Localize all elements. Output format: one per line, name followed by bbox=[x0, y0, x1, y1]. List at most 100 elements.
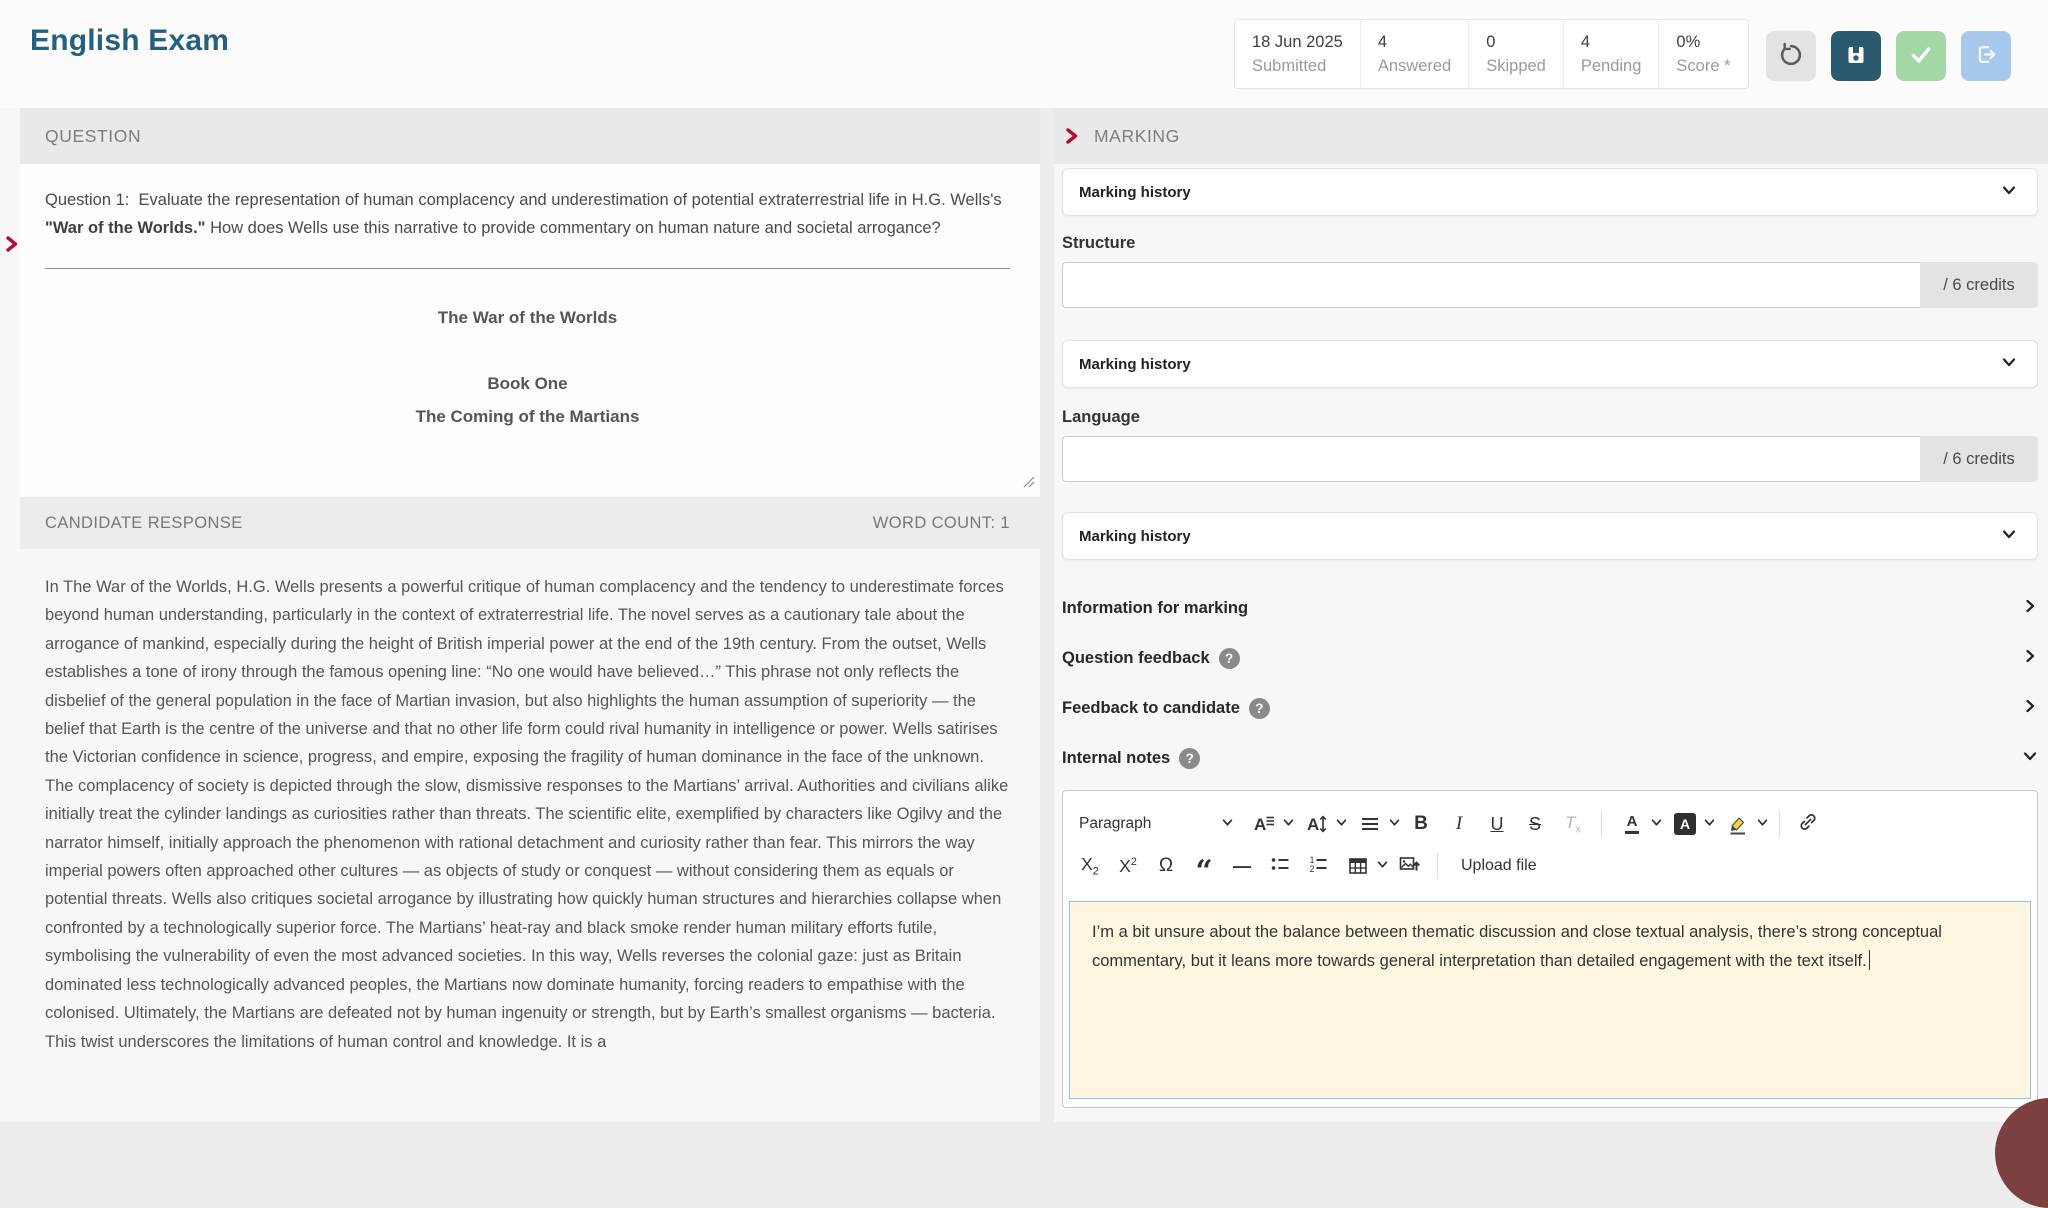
superscript-icon: X2 bbox=[1119, 856, 1137, 877]
stat-skipped: 0 Skipped bbox=[1469, 20, 1564, 88]
font-family-icon: A bbox=[1247, 807, 1281, 841]
internal-notes-textarea[interactable]: I’m a bit unsure about the balance betwe… bbox=[1069, 901, 2031, 1099]
question-panel-collapse-strip bbox=[0, 108, 20, 1122]
attempt-stats: 18 Jun 2025 Submitted 4 Answered 0 Skipp… bbox=[1234, 19, 1749, 89]
font-background-icon: A bbox=[1668, 807, 1702, 841]
font-size-button[interactable]: A bbox=[1298, 807, 1347, 841]
question-divider bbox=[45, 268, 1010, 269]
bold-button[interactable]: B bbox=[1404, 807, 1438, 841]
italic-icon: I bbox=[1456, 813, 1462, 835]
insert-table-button[interactable] bbox=[1339, 849, 1388, 883]
editor-toolbar-row-1: Paragraph A A B I U S Tx A bbox=[1063, 803, 2037, 845]
marking-panel-title: MARKING bbox=[1094, 126, 1180, 147]
internal-notes-editor: Paragraph A A B I U S Tx A bbox=[1062, 790, 2038, 1108]
image-upload-icon bbox=[1398, 853, 1420, 880]
numbered-list-button[interactable]: 12 bbox=[1301, 849, 1335, 883]
undo-button[interactable] bbox=[1766, 31, 1816, 81]
insert-image-button[interactable] bbox=[1392, 849, 1426, 883]
horizontal-line-icon: — bbox=[1233, 856, 1251, 877]
font-family-button[interactable]: A bbox=[1245, 807, 1294, 841]
save-icon bbox=[1844, 43, 1868, 70]
svg-text:A: A bbox=[1307, 815, 1319, 834]
top-header: English Exam 18 Jun 2025 Submitted 4 Ans… bbox=[0, 0, 2048, 108]
chevron-right-icon bbox=[2022, 698, 2038, 719]
svg-text:2: 2 bbox=[1310, 864, 1315, 874]
save-button[interactable] bbox=[1831, 31, 1881, 81]
superscript-button[interactable]: X2 bbox=[1111, 849, 1145, 883]
question-content: Question 1: Evaluate the representation … bbox=[20, 164, 1040, 497]
link-icon bbox=[1797, 811, 1819, 838]
subscript-button[interactable]: X2 bbox=[1073, 849, 1107, 883]
chevron-down-icon bbox=[1377, 857, 1388, 875]
sign-out-icon bbox=[1974, 42, 1999, 70]
marking-history-card-language[interactable]: Marking history bbox=[1062, 340, 2038, 388]
structure-score-input[interactable] bbox=[1062, 262, 1920, 308]
accordion-internal-notes[interactable]: Internal notes ? bbox=[1062, 734, 2038, 782]
undo-icon bbox=[1778, 42, 1804, 71]
strikethrough-icon: S bbox=[1529, 814, 1541, 835]
omega-icon: Ω bbox=[1159, 855, 1173, 877]
block-quote-button[interactable]: “ bbox=[1187, 849, 1221, 883]
passage-chapter: The Coming of the Martians bbox=[45, 400, 1010, 433]
word-count: WORD COUNT: 1 bbox=[873, 514, 1010, 533]
marking-history-card-structure[interactable]: Marking history bbox=[1062, 168, 2038, 216]
horizontal-line-button[interactable]: — bbox=[1225, 849, 1259, 883]
panel-divider bbox=[1040, 108, 1054, 1122]
passage-block: The War of the Worlds Book One The Comin… bbox=[45, 301, 1010, 433]
toolbar-separator bbox=[1437, 853, 1438, 879]
question-panel-header: QUESTION bbox=[20, 108, 1040, 164]
quote-icon: “ bbox=[1195, 855, 1212, 877]
chevron-down-icon bbox=[1704, 815, 1715, 833]
remove-format-icon: Tx bbox=[1565, 813, 1581, 835]
chevron-down-icon bbox=[2001, 526, 2017, 547]
toolbar-separator bbox=[1601, 811, 1602, 837]
structure-score-row: / 6 credits bbox=[1062, 262, 2038, 308]
bulleted-list-button[interactable] bbox=[1263, 849, 1297, 883]
italic-button[interactable]: I bbox=[1442, 807, 1476, 841]
language-score-input[interactable] bbox=[1062, 436, 1920, 482]
paragraph-style-dropdown[interactable]: Paragraph bbox=[1071, 807, 1243, 841]
candidate-response-title: CANDIDATE RESPONSE bbox=[45, 514, 243, 533]
language-label: Language bbox=[1062, 408, 1140, 427]
stat-score: 0% Score * bbox=[1659, 20, 1747, 88]
candidate-response-header: CANDIDATE RESPONSE WORD COUNT: 1 bbox=[20, 497, 1040, 549]
special-character-button[interactable]: Ω bbox=[1149, 849, 1183, 883]
confirm-button[interactable] bbox=[1896, 31, 1946, 81]
upload-file-button[interactable]: Upload file bbox=[1449, 849, 1543, 883]
help-icon[interactable]: ? bbox=[1219, 648, 1240, 669]
help-icon[interactable]: ? bbox=[1249, 698, 1270, 719]
collapse-question-chevron-icon[interactable] bbox=[4, 235, 20, 258]
chevron-down-icon bbox=[2022, 748, 2038, 769]
font-background-button[interactable]: A bbox=[1666, 807, 1715, 841]
svg-text:A: A bbox=[1254, 815, 1266, 834]
chevron-down-icon bbox=[1757, 815, 1768, 833]
structure-label: Structure bbox=[1062, 234, 1135, 253]
resize-handle-icon[interactable] bbox=[1022, 475, 1035, 493]
font-color-button[interactable]: A bbox=[1613, 807, 1662, 841]
passage-book: Book One bbox=[45, 367, 1010, 400]
collapse-marking-chevron-icon[interactable] bbox=[1064, 127, 1080, 145]
subscript-icon: X2 bbox=[1081, 854, 1099, 878]
editor-toolbar-row-2: X2 X2 Ω “ — 12 Upload fil bbox=[1063, 845, 2037, 887]
chevron-right-icon bbox=[2022, 598, 2038, 619]
text-alignment-button[interactable] bbox=[1351, 807, 1400, 841]
structure-credits-suffix: / 6 credits bbox=[1920, 262, 2038, 308]
stat-answered: 4 Answered bbox=[1361, 20, 1469, 88]
exit-button[interactable] bbox=[1961, 31, 2011, 81]
remove-format-button[interactable]: Tx bbox=[1556, 807, 1590, 841]
accordion-information-for-marking[interactable]: Information for marking bbox=[1062, 584, 2038, 632]
toolbar-separator bbox=[1779, 811, 1780, 837]
marking-history-card-overall[interactable]: Marking history bbox=[1062, 512, 2038, 560]
chevron-down-icon bbox=[2001, 354, 2017, 375]
strikethrough-button[interactable]: S bbox=[1518, 807, 1552, 841]
accordion-question-feedback[interactable]: Question feedback ? bbox=[1062, 634, 2038, 682]
accordion-feedback-to-candidate[interactable]: Feedback to candidate ? bbox=[1062, 684, 2038, 732]
table-icon bbox=[1341, 849, 1375, 883]
highlight-button[interactable] bbox=[1719, 807, 1768, 841]
link-button[interactable] bbox=[1791, 807, 1825, 841]
underline-button[interactable]: U bbox=[1480, 807, 1514, 841]
internal-note-text: I’m a bit unsure about the balance betwe… bbox=[1092, 918, 2008, 976]
question-panel-title: QUESTION bbox=[45, 126, 141, 147]
highlighter-icon bbox=[1721, 807, 1755, 841]
help-icon[interactable]: ? bbox=[1179, 748, 1200, 769]
